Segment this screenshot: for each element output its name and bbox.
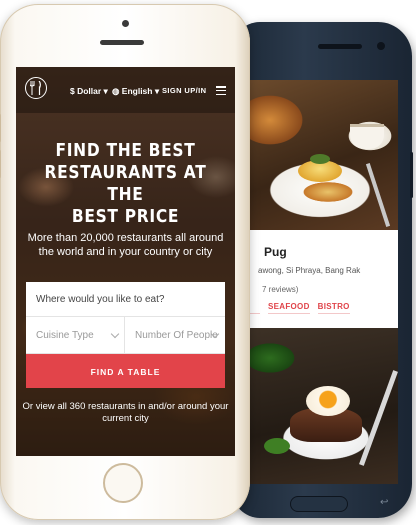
restaurant-tags: SEAFOOD BISTRO [250,302,350,314]
iphone-earpiece [100,40,144,45]
search-card: Cuisine Type Number Of People FIND A TAB… [26,282,225,388]
people-select[interactable]: Number Of People [125,317,224,353]
select-row: Cuisine Type Number Of People [26,317,225,354]
top-navigation: $ Dollar ▾ ◍ English ▾ SIGN UP/IN [16,67,235,113]
language-selector[interactable]: ◍ English ▾ [112,86,159,97]
home-button-icon[interactable] [103,463,143,503]
restaurant-address: awong, Si Phraya, Bang Rak [258,266,361,275]
food-greens [310,154,330,164]
signup-link[interactable]: SIGN UP/IN [162,86,206,95]
currency-selector[interactable]: $ Dollar ▾ [70,86,108,97]
android-camera [377,42,385,50]
iphone-front-camera [122,20,129,27]
hero-title-line: BEST PRICE [71,206,180,227]
knife [359,370,398,466]
iphone-volume-down [0,150,1,178]
people-select-label: Number Of People [135,329,218,341]
tag-bistro[interactable]: BISTRO [317,302,350,314]
menu-bar [216,89,226,92]
android-side-button [410,152,413,198]
food-fried-egg [306,386,350,416]
hero-subtitle: More than 20,000 restaurants all around … [27,232,224,258]
iphone-volume-up [0,114,1,142]
restaurant-name[interactable]: Pug [264,245,287,259]
iphone: $ Dollar ▾ ◍ English ▾ SIGN UP/IN FIND T… [0,4,250,520]
iphone-screen: $ Dollar ▾ ◍ English ▾ SIGN UP/IN FIND T… [16,67,235,456]
coffee-cup [350,124,384,149]
logo-cutlery-icon[interactable] [25,77,47,99]
cuisine-select-label: Cuisine Type [36,329,94,341]
hero-title-line: RESTAURANTS AT THE [44,162,207,205]
app-content: $ Dollar ▾ ◍ English ▾ SIGN UP/IN FIND T… [16,67,235,456]
where-input[interactable] [26,282,225,317]
menu-bar [216,93,226,96]
chevron-down-icon [110,329,120,339]
hero-title: FIND THE BEST RESTAURANTS AT THE BEST PR… [31,140,219,228]
restaurant-reviews[interactable]: 7 reviews) [262,285,298,294]
fork [365,162,391,228]
menu-bar [216,86,226,88]
food-herb [264,438,290,454]
android-home-key[interactable] [290,496,348,512]
restaurant-photo-bottom [250,328,398,484]
android-screen: Pug awong, Si Phraya, Bang Rak 7 reviews… [250,80,398,484]
menu-icon[interactable] [216,86,226,96]
tag[interactable] [250,302,260,314]
restaurant-photo-top [250,80,398,230]
hero-title-line: FIND THE BEST [55,140,196,161]
cuisine-select[interactable]: Cuisine Type [26,317,125,353]
back-icon[interactable]: ↩ [380,498,390,508]
find-table-button[interactable]: FIND A TABLE [26,354,225,388]
android-phone: Pug awong, Si Phraya, Bang Rak 7 reviews… [232,22,413,518]
tag-seafood[interactable]: SEAFOOD [268,302,310,314]
android-speaker [318,44,362,49]
view-all-link[interactable]: Or view all 360 restaurants in and/or ar… [22,401,229,425]
